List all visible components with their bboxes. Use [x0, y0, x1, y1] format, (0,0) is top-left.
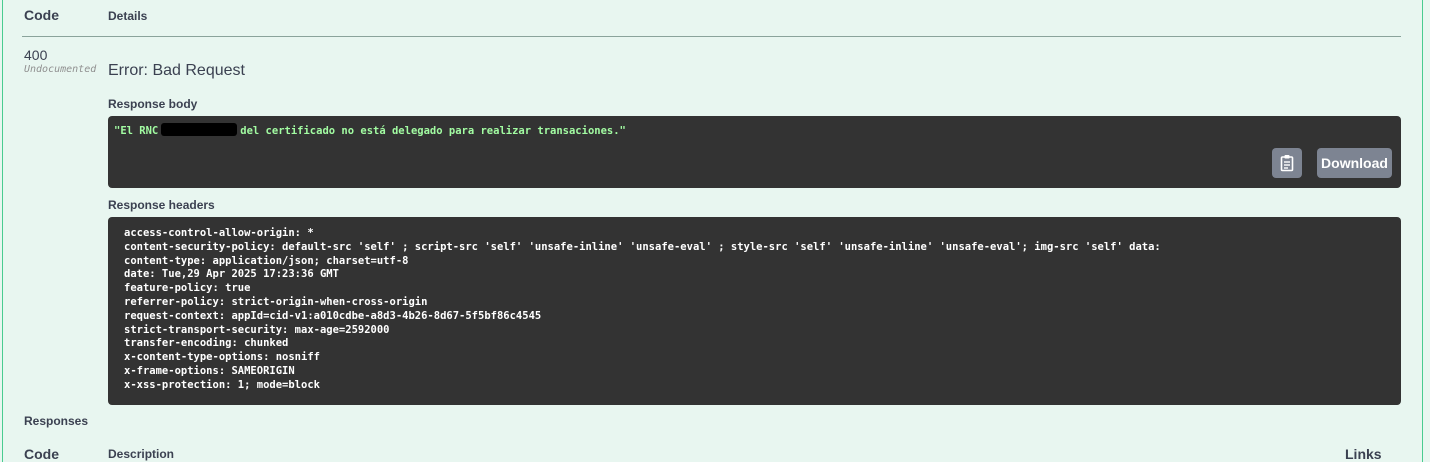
responses-section-title: Responses: [24, 414, 89, 428]
body-text-suffix: del certificado no está delegado para re…: [240, 125, 626, 137]
responses-column-links: Links: [1345, 446, 1382, 462]
header-line: access-control-allow-origin: *: [124, 227, 314, 239]
responses-panel: Code Details 400 Undocumented Error: Bad…: [2, 0, 1423, 462]
header-line: x-xss-protection: 1; mode=block: [124, 378, 320, 391]
body-text-prefix: "El RNC: [114, 125, 159, 137]
response-body-text: "El RNC del certificado no está delegado …: [114, 123, 626, 137]
response-status-code: 400: [24, 47, 48, 63]
header-line: date: Tue,29 Apr 2025 17:23:36 GMT: [124, 268, 339, 281]
header-line: strict-transport-security: max-age=25920…: [124, 323, 390, 336]
clipboard-copy-icon: [1280, 155, 1294, 172]
error-title: Error: Bad Request: [108, 62, 245, 79]
response-body-label: Response body: [108, 97, 198, 111]
response-body-block[interactable]: "El RNC del certificado no está delegado …: [108, 116, 1401, 188]
header-line: referrer-policy: strict-origin-when-cros…: [124, 295, 428, 308]
response-headers-list: access-control-allow-origin: * content-s…: [124, 227, 1161, 393]
column-header-details: Details: [108, 9, 148, 23]
header-line: content-type: application/json; charset=…: [124, 254, 409, 267]
header-line: x-content-type-options: nosniff: [124, 351, 320, 364]
header-line: transfer-encoding: chunked: [124, 337, 289, 350]
header-line: request-context: appId=cid-v1:a010cdbe-a…: [124, 309, 542, 322]
response-headers-block[interactable]: access-control-allow-origin: * content-s…: [108, 217, 1401, 405]
undocumented-label: Undocumented: [24, 64, 97, 75]
header-line: content-security-policy: default-src 'se…: [124, 240, 1161, 253]
download-button[interactable]: Download: [1317, 148, 1392, 178]
column-header-code: Code: [24, 7, 59, 23]
header-line: x-frame-options: SAMEORIGIN: [124, 364, 295, 377]
header-divider: [22, 36, 1401, 37]
responses-column-description: Description: [108, 447, 175, 461]
copy-to-clipboard-button[interactable]: [1272, 148, 1302, 178]
redacted-rnc: [161, 123, 238, 136]
header-line: feature-policy: true: [124, 282, 251, 295]
responses-column-code: Code: [24, 446, 59, 462]
response-headers-label: Response headers: [108, 198, 215, 212]
